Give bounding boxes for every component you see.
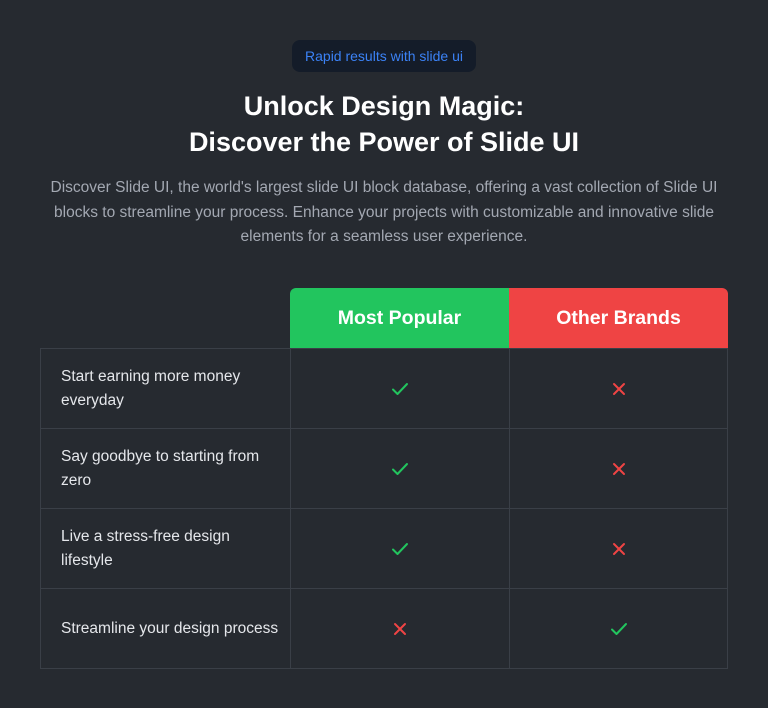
table-row: Say goodbye to starting from zero [41,429,728,509]
feature-label: Start earning more money everyday [41,349,291,429]
popular-cell [291,429,510,509]
table-row: Streamline your design process [41,589,728,669]
table-row: Start earning more money everyday [41,349,728,429]
page-title-line-1: Unlock Design Magic: [243,91,525,121]
rapid-results-badge: Rapid results with slide ui [292,40,476,72]
check-icon [610,622,628,636]
check-icon [391,542,409,556]
popular-cell [291,349,510,429]
badge-container: Rapid results with slide ui [0,40,768,72]
popular-cell [291,509,510,589]
feature-label: Say goodbye to starting from zero [41,429,291,509]
page-title: Unlock Design Magic: Discover the Power … [0,88,768,160]
other-cell [510,509,728,589]
other-cell [510,589,728,669]
check-icon [391,462,409,476]
cross-icon [612,542,626,556]
cross-icon [393,622,407,636]
comparison-table: Start earning more money everyday Say go… [40,348,728,669]
column-header-most-popular: Most Popular [290,288,509,348]
column-header-other-brands: Other Brands [509,288,728,348]
cross-icon [612,462,626,476]
popular-cell [291,589,510,669]
feature-label: Live a stress-free design lifestyle [41,509,291,589]
page-description: Discover Slide UI, the world's largest s… [50,179,718,245]
other-cell [510,349,728,429]
page-title-line-2: Discover the Power of Slide UI [188,127,580,157]
feature-label: Streamline your design process [41,589,291,669]
other-cell [510,429,728,509]
table-row: Live a stress-free design lifestyle [41,509,728,589]
cross-icon [612,382,626,396]
check-icon [391,382,409,396]
